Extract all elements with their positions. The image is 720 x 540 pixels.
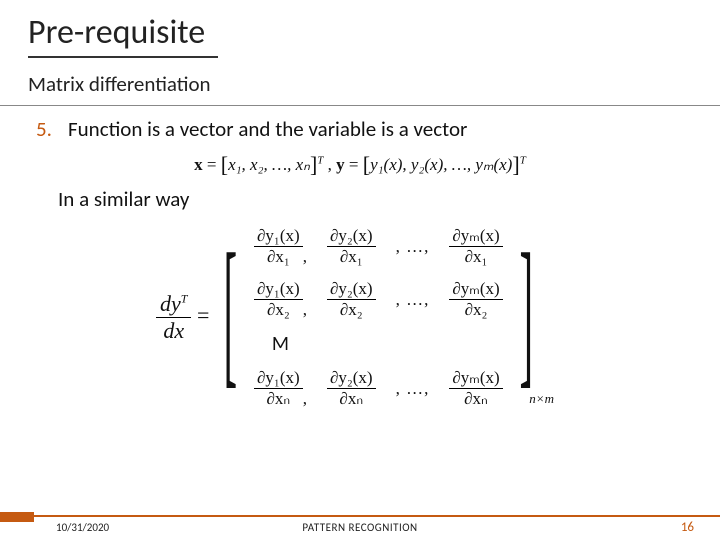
eq1-y-open: [ (363, 152, 370, 177)
eq1-y-close: ] (512, 152, 519, 177)
comma: , (303, 247, 307, 266)
item-number: 5. (36, 116, 56, 142)
eq1-x-elems: x₁, x₂, …, xₙ (228, 155, 310, 174)
jacobian-table: ∂y₁(x)∂x₁, ∂y₂(x)∂x₁ , …, ∂yₘ(x)∂x₁ ∂y₁(… (244, 220, 513, 415)
item-text: Function is a vector and the variable is… (68, 116, 467, 142)
cell: ∂yₘ(x) (449, 368, 502, 389)
cell: ∂x₂ (449, 300, 502, 320)
cell: ∂yₘ(x) (449, 279, 502, 300)
title-underline (28, 56, 218, 58)
cell: ∂y₂(x) (327, 226, 376, 247)
table-row: ∂y₁(x)∂xₙ, ∂y₂(x)∂xₙ , …, ∂yₘ(x)∂xₙ (244, 362, 513, 415)
eq1-y-elems: y₁(x), y₂(x), …, yₘ(x) (370, 155, 512, 174)
eq1-y: y (336, 155, 345, 174)
comma: , (303, 300, 307, 319)
slide: Pre-requisite Matrix differentiation 5. … (0, 0, 720, 540)
cell: ∂xₙ (449, 389, 502, 409)
cell: ∂x₁ (327, 247, 376, 267)
cell: ∂y₁(x) (254, 226, 303, 247)
list-item: 5. Function is a vector and the variable… (36, 116, 684, 142)
cell: ∂y₁(x) (254, 279, 303, 300)
similar-text: In a similar way (58, 186, 684, 212)
lhs-num-sup: T (181, 292, 188, 306)
lhs-num: dy (160, 291, 181, 316)
eq1-x-sup: T (317, 154, 323, 166)
dots: , …, (386, 220, 440, 273)
cell: ∂x₂ (327, 300, 376, 320)
equation-vectors: x = [x₁, x₂, …, xₙ]T , y = [y₁(x), y₂(x)… (36, 150, 684, 176)
right-bracket-icon: ] (519, 248, 533, 376)
vdots-icon: M (244, 326, 317, 362)
left-bracket-icon: [ (224, 248, 238, 376)
cell: ∂x₂ (254, 300, 303, 320)
footer-page-number: 16 (681, 520, 694, 535)
cell: ∂xₙ (327, 389, 376, 409)
eq1-sep: , (328, 155, 337, 174)
slide-title: Pre-requisite (0, 0, 720, 57)
equation-jacobian: dyT dx = [ ∂y₁(x)∂x₁, ∂y₂(x)∂x₁ , …, ∂yₘ… (36, 220, 684, 415)
table-row: M (244, 326, 513, 362)
cell: ∂y₁(x) (254, 368, 303, 389)
slide-body: 5. Function is a vector and the variable… (0, 106, 720, 415)
cell: ∂y₂(x) (327, 368, 376, 389)
lhs-fraction: dyT dx = (156, 291, 209, 344)
table-row: ∂y₁(x)∂x₁, ∂y₂(x)∂x₁ , …, ∂yₘ(x)∂x₁ (244, 220, 513, 273)
eq1-x-close: ] (310, 152, 317, 177)
cell: ∂yₘ(x) (449, 226, 502, 247)
cell: ∂x₁ (449, 247, 502, 267)
cell: ∂xₙ (254, 389, 303, 409)
dots: , …, (386, 362, 440, 415)
cell: ∂y₂(x) (327, 279, 376, 300)
matrix-body: ∂y₁(x)∂x₁, ∂y₂(x)∂x₁ , …, ∂yₘ(x)∂x₁ ∂y₁(… (244, 220, 513, 415)
footer: 10/31/2020 PATTERN RECOGNITION 16 (0, 514, 720, 540)
eq1-y-sup: T (520, 154, 526, 166)
lhs-den: dx (156, 318, 191, 344)
dimension-label: n×m (529, 391, 554, 407)
lhs-eq: = (197, 303, 209, 328)
table-row: ∂y₁(x)∂x₂, ∂y₂(x)∂x₂ , …, ∂yₘ(x)∂x₂ (244, 273, 513, 326)
comma: , (303, 389, 307, 408)
eq1-x-open: [ (221, 152, 228, 177)
dots: , …, (386, 273, 440, 326)
footer-date: 10/31/2020 (56, 521, 109, 534)
slide-subtitle: Matrix differentiation (0, 57, 720, 99)
cell: ∂x₁ (254, 247, 303, 267)
eq1-x: x (194, 155, 203, 174)
